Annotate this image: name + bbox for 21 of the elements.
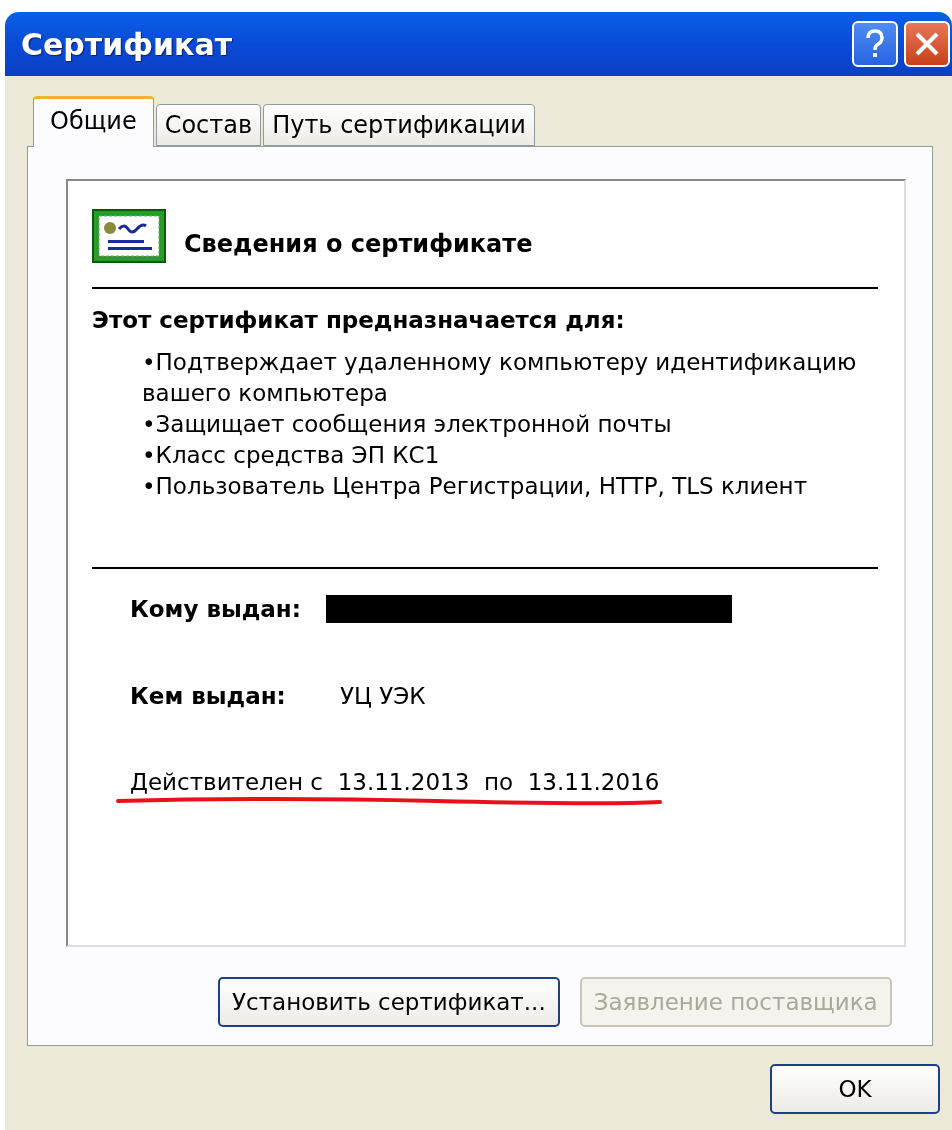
purpose-item: •Пользователь Центра Регистрации, HTTP, TLS клиент: [142, 472, 809, 501]
purpose-heading: Этот сертификат предназначается для:: [92, 307, 626, 333]
help-button[interactable]: [852, 21, 898, 67]
issued-by-label: Кем выдан:: [130, 683, 287, 709]
purpose-item: •Класс средства ЭП КС1: [142, 441, 441, 470]
issued-to-label: Кому выдан:: [130, 596, 302, 622]
help-icon: [865, 29, 885, 59]
tab[interactable]: Общие: [33, 96, 154, 147]
purpose-item: •Подтверждает удаленному компьютеру идентификацию вашего компьютера: [142, 348, 858, 408]
tab[interactable]: Состав: [155, 104, 262, 146]
ok-button[interactable]: OK: [770, 1064, 940, 1114]
section-heading: Сведения о сертификате: [184, 230, 533, 258]
close-icon: [914, 31, 940, 57]
certificate-icon: [92, 209, 168, 265]
window-title: Сертификат: [21, 26, 234, 62]
purpose-item: •Защищает сообщения электронной почты: [142, 410, 673, 439]
validity-text: Действителен с 13.11.2013 по 13.11.2016: [130, 769, 661, 795]
issued-by-value: УЦ УЭК: [340, 683, 426, 709]
install-certificate-button[interactable]: Установить сертификат...: [218, 977, 560, 1027]
close-button[interactable]: [904, 21, 950, 67]
tab[interactable]: Путь сертификации: [263, 104, 535, 146]
